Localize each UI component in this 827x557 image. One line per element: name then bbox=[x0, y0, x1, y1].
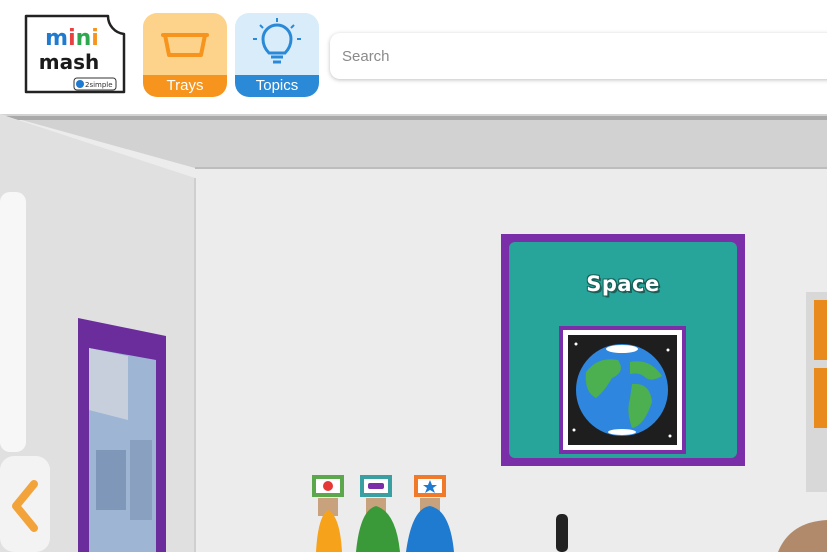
search-bar bbox=[330, 33, 827, 79]
top-bar: mini mash 2simple Trays Topics Search bbox=[0, 0, 827, 114]
logo-badge: 2simple bbox=[85, 81, 113, 89]
search-input[interactable] bbox=[330, 33, 827, 79]
tray-icon bbox=[161, 33, 209, 57]
wall-window bbox=[78, 318, 166, 552]
trays-label: Trays bbox=[143, 75, 227, 97]
trays-icon-area bbox=[143, 13, 227, 75]
classroom-scene bbox=[0, 114, 827, 552]
previous-room-button[interactable] bbox=[0, 456, 50, 552]
chair bbox=[556, 514, 568, 552]
chevron-left-icon bbox=[0, 456, 50, 552]
minimash-logo[interactable]: mini mash 2simple bbox=[22, 12, 128, 96]
space-board[interactable] bbox=[501, 234, 745, 466]
svg-text:mini: mini bbox=[45, 26, 99, 51]
topics-button[interactable]: Topics bbox=[235, 13, 319, 97]
logo-word-mash: mash bbox=[39, 50, 99, 74]
topics-label: Topics bbox=[235, 75, 319, 97]
lightbulb-icon bbox=[253, 18, 301, 64]
trays-button[interactable]: Trays bbox=[143, 13, 227, 97]
board-title: Space bbox=[586, 272, 660, 296]
topics-icon-area bbox=[235, 13, 319, 75]
side-picture bbox=[806, 292, 827, 492]
